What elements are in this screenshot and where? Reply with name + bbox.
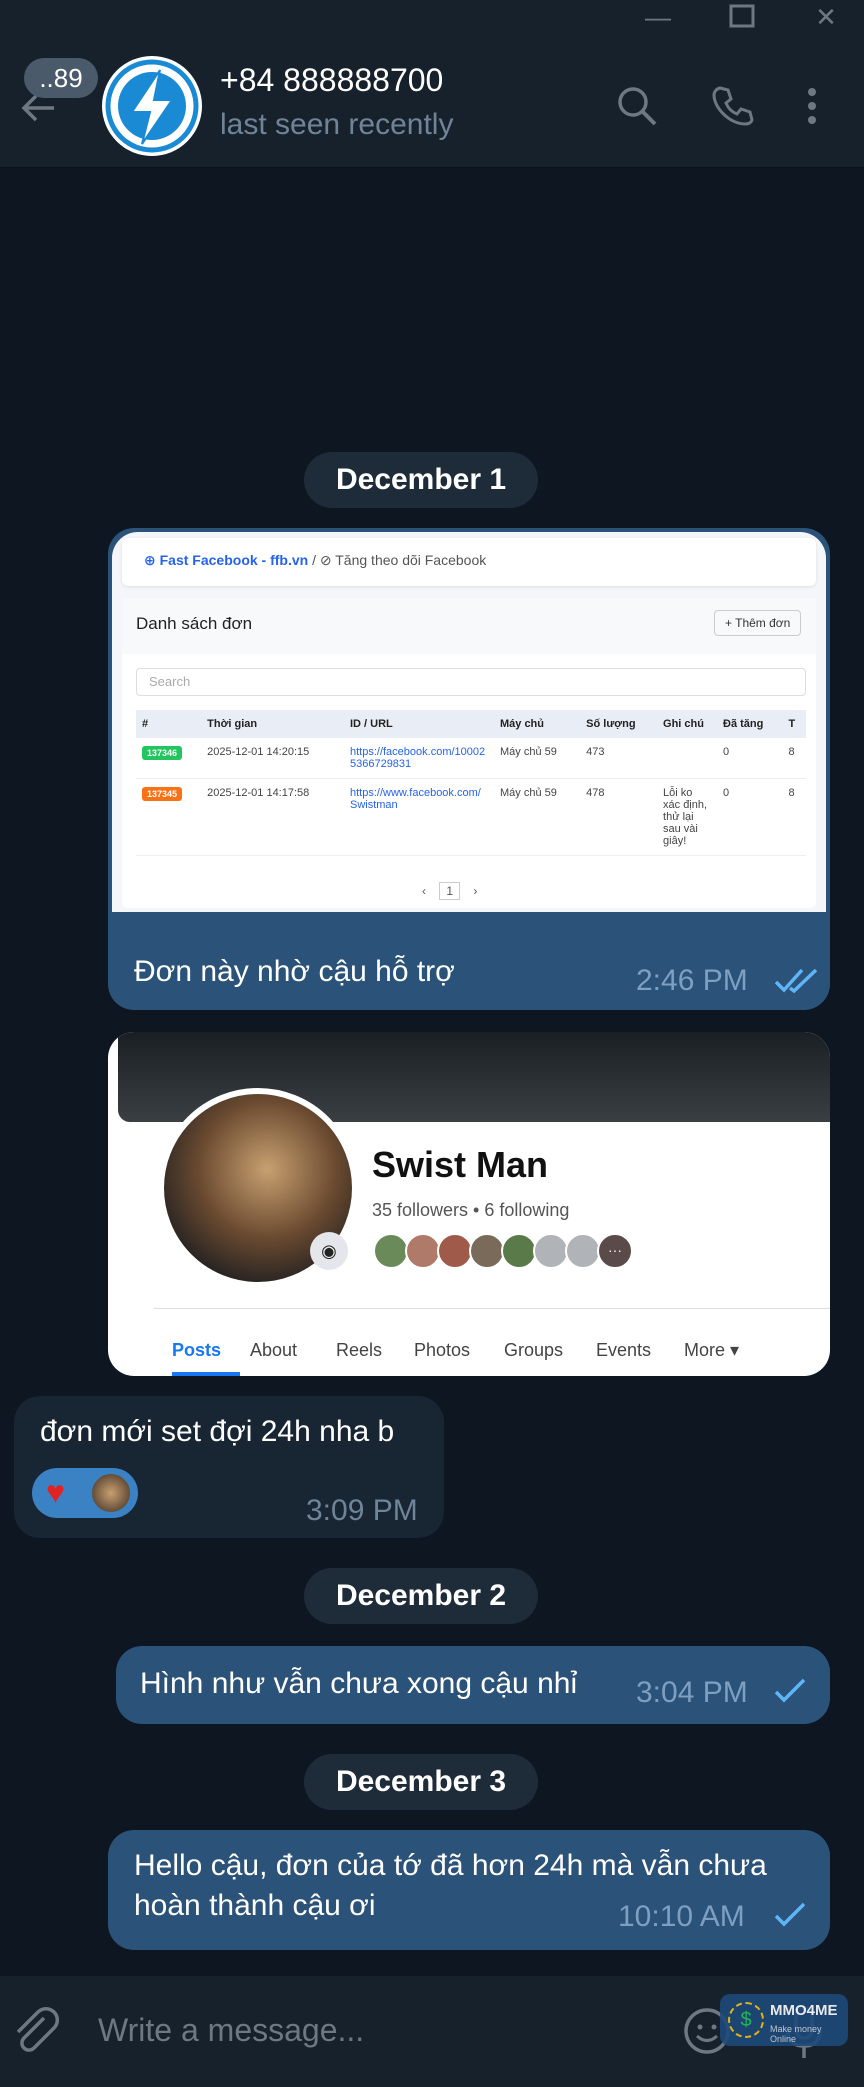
search-input[interactable]: Search [136, 668, 806, 696]
table-row: 137346 2025-12-01 14:20:15 https://faceb… [136, 738, 806, 779]
tab-photos[interactable]: Photos [414, 1340, 470, 1361]
follower-avatars: ··· [372, 1232, 642, 1270]
message-text-line: Hello cậu, đơn của tớ đã hơn 24h mà vẫn … [134, 1849, 767, 1882]
tab-events[interactable]: Events [596, 1340, 651, 1361]
globe-icon: ⊕ [144, 552, 156, 568]
message-text-line: hoàn thành cậu ơi [134, 1889, 376, 1922]
minimize-icon[interactable]: — [638, 2, 678, 32]
cell-qty: 473 [580, 738, 658, 779]
chat-header: ..89 +84 888888700 last seen recently [0, 40, 864, 168]
outgoing-message[interactable]: Hello cậu, đơn của tớ đã hơn 24h mà vẫn … [108, 1830, 830, 1950]
column-header[interactable]: ID / URL [343, 710, 494, 738]
status-badge: 137345 [142, 787, 183, 801]
window-titlebar: — ✕ [0, 0, 864, 40]
breadcrumb-page: Tăng theo dõi Facebook [335, 552, 487, 568]
outgoing-image-message[interactable]: ◉ Swist Man 35 followers • 6 following ·… [108, 1032, 830, 1376]
reactor-avatar [90, 1472, 132, 1514]
date-separator: December 1 [304, 452, 538, 508]
contact-status: last seen recently [220, 108, 454, 141]
column-header[interactable]: Thời gian [201, 710, 344, 738]
message-text: Đơn này nhờ cậu hỗ trợ [134, 955, 455, 988]
order-list-screenshot[interactable]: ⊕ Fast Facebook - ffb.vn / ⊘ Tăng theo d… [112, 532, 826, 912]
watermark-tagline: Make money Online [770, 2024, 822, 2044]
cell-done: 0 [717, 778, 783, 856]
tab-about[interactable]: About [250, 1340, 297, 1361]
message-time: 3:04 PM [636, 1676, 748, 1709]
phone-icon[interactable] [708, 82, 756, 130]
status-badge: 137346 [142, 746, 183, 760]
watermark-logo: $ MMO4ME Make money Online [720, 1994, 848, 2046]
breadcrumb: ⊕ Fast Facebook - ffb.vn / ⊘ Tăng theo d… [122, 538, 816, 586]
cell-note [657, 738, 718, 779]
cell-url[interactable]: https://facebook.com/100025366729831 [343, 738, 494, 779]
incoming-message[interactable]: đơn mới set đợi 24h nha b ♥ 3:09 PM [14, 1396, 444, 1538]
add-order-button[interactable]: + Thêm đơn [714, 610, 802, 636]
order-table: # Thời gian ID / URL Máy chủ Số lượng Gh… [136, 710, 806, 856]
read-checkmark-icon [774, 966, 820, 1001]
dollar-icon: $ [728, 2002, 764, 2038]
column-header[interactable]: Số lượng [580, 710, 658, 738]
column-header[interactable]: T [782, 710, 806, 738]
cell-qty: 478 [580, 778, 658, 856]
cell-url[interactable]: https://www.facebook.com/Swistman [343, 778, 494, 856]
outgoing-message[interactable]: ⊕ Fast Facebook - ffb.vn / ⊘ Tăng theo d… [108, 528, 830, 1010]
cell-time: 2025-12-01 14:17:58 [201, 778, 344, 856]
breadcrumb-separator: / [312, 552, 316, 568]
link-icon: ⊘ [319, 552, 332, 568]
outgoing-message[interactable]: Hình như vẫn chưa xong cậu nhỉ 3:04 PM [116, 1646, 830, 1724]
tab-posts[interactable]: Posts [172, 1340, 221, 1361]
close-icon[interactable]: ✕ [806, 2, 846, 32]
cell-time: 2025-12-01 14:20:15 [201, 738, 344, 779]
page-number[interactable]: 1 [439, 882, 461, 900]
prev-page-icon[interactable]: ‹ [422, 884, 426, 898]
active-tab-indicator [172, 1372, 240, 1376]
reaction-chip[interactable]: ♥ [32, 1468, 138, 1518]
column-header[interactable]: Đã tăng [717, 710, 783, 738]
watermark-brand: MMO4ME [770, 2002, 838, 2019]
message-text: đơn mới set đợi 24h nha b [40, 1415, 395, 1448]
tab-reels[interactable]: Reels [336, 1340, 382, 1361]
message-time: 2:46 PM [636, 964, 748, 997]
search-icon[interactable] [613, 82, 661, 130]
column-header[interactable]: Ghi chú [657, 710, 718, 738]
message-text: Hình như vẫn chưa xong cậu nhỉ [140, 1667, 578, 1700]
next-page-icon[interactable]: › [473, 884, 477, 898]
svg-text:···: ··· [608, 1242, 622, 1258]
maximize-icon[interactable] [722, 2, 762, 32]
column-header[interactable]: Máy chủ [493, 710, 581, 738]
attach-icon[interactable] [10, 2004, 60, 2061]
date-separator: December 3 [304, 1754, 538, 1810]
profile-name: Swist Man [372, 1144, 549, 1185]
message-time: 10:10 AM [618, 1900, 745, 1933]
contact-avatar[interactable] [102, 56, 202, 156]
contact-name[interactable]: +84 888888700 [220, 62, 443, 99]
cell-note: Lỗi ko xác định, thử lại sau vài giây! [657, 778, 718, 856]
message-input[interactable]: Write a message... [98, 2012, 364, 2049]
table-row: 137345 2025-12-01 14:17:58 https://www.f… [136, 778, 806, 856]
heart-icon: ♥ [46, 1474, 65, 1510]
camera-icon[interactable]: ◉ [310, 1232, 348, 1270]
order-list-heading: Danh sách đơn [136, 614, 253, 633]
sent-checkmark-icon [772, 1900, 808, 1935]
column-header[interactable]: # [136, 710, 202, 738]
cell-server: Máy chủ 59 [493, 778, 581, 856]
tab-groups[interactable]: Groups [504, 1340, 563, 1361]
message-composer: Write a message... $ MMO4ME Make money O… [0, 1976, 864, 2087]
follower-count: 35 followers • 6 following [372, 1200, 570, 1220]
cell-done: 0 [717, 738, 783, 779]
sent-checkmark-icon [772, 1676, 808, 1711]
cell-tail: 8 [782, 738, 806, 779]
tab-more[interactable]: More ▾ [684, 1340, 739, 1361]
cell-server: Máy chủ 59 [493, 738, 581, 779]
more-options-icon[interactable] [792, 82, 840, 130]
cell-tail: 8 [782, 778, 806, 856]
order-card: Danh sách đơn + Thêm đơn Search # Thời g… [122, 598, 816, 908]
pagination: ‹ 1 › [422, 882, 477, 900]
unread-badge[interactable]: ..89 [24, 58, 98, 98]
message-time: 3:09 PM [306, 1494, 418, 1527]
date-separator: December 2 [304, 1568, 538, 1624]
breadcrumb-site: Fast Facebook - ffb.vn [159, 552, 309, 568]
